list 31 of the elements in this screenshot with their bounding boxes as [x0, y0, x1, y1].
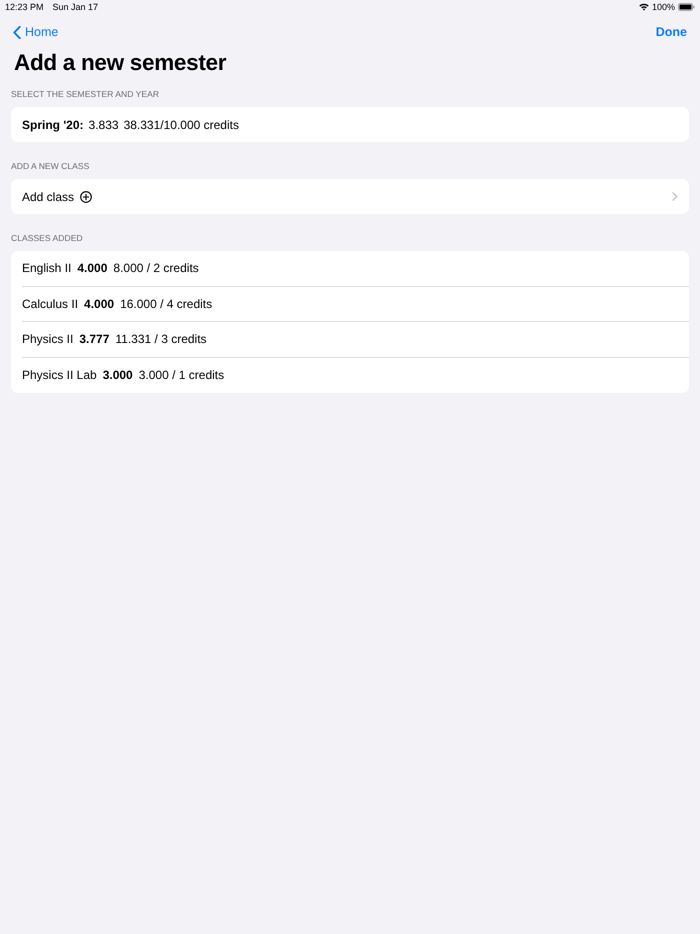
plus-circle-icon [80, 190, 92, 202]
battery-icon [678, 3, 695, 11]
chevron-icon [672, 192, 678, 201]
class-name: Physics II [22, 332, 74, 346]
class-credits: 11.331 / 3 credits [115, 332, 207, 346]
semester-term: Spring '20: [22, 118, 84, 132]
class-grade: 4.000 [77, 261, 108, 276]
class-name: English II [22, 261, 72, 276]
done-button[interactable]: Done [656, 25, 687, 39]
section-header: CLASSES ADDED [11, 233, 83, 243]
wifi-icon [638, 3, 649, 11]
class-name: Calculus II [22, 296, 78, 311]
battery-percentage: 100% [652, 2, 675, 12]
section-header: ADD A NEW CLASS [11, 161, 90, 171]
status-date: Sun Jan 17 [52, 2, 98, 12]
section-header: SELECT THE SEMESTER AND YEAR [11, 89, 160, 99]
class-grade: 3.777 [79, 332, 110, 346]
page-title: Add a new semester [14, 49, 226, 77]
back-button[interactable]: Home [13, 25, 58, 39]
class-name: Physics II Lab [22, 368, 97, 382]
back-chevron-icon [13, 26, 21, 38]
status-time: 12:23 PM [5, 2, 44, 12]
semester-card[interactable]: Spring '20: 3.833 38.331/10.000 credits [11, 107, 689, 142]
class-grade: 3.000 [102, 368, 133, 382]
add-class-button[interactable]: Add class [11, 179, 689, 214]
semester-gpa: 3.833 [88, 118, 119, 132]
class-grade: 4.000 [84, 296, 114, 311]
class-credits: 16.000 / 4 credits [120, 296, 212, 311]
class-credits: 3.000 / 1 credits [138, 368, 224, 382]
semester-credits: 38.331/10.000 credits [124, 118, 239, 132]
class-credits: 8.000 / 2 credits [113, 261, 199, 276]
